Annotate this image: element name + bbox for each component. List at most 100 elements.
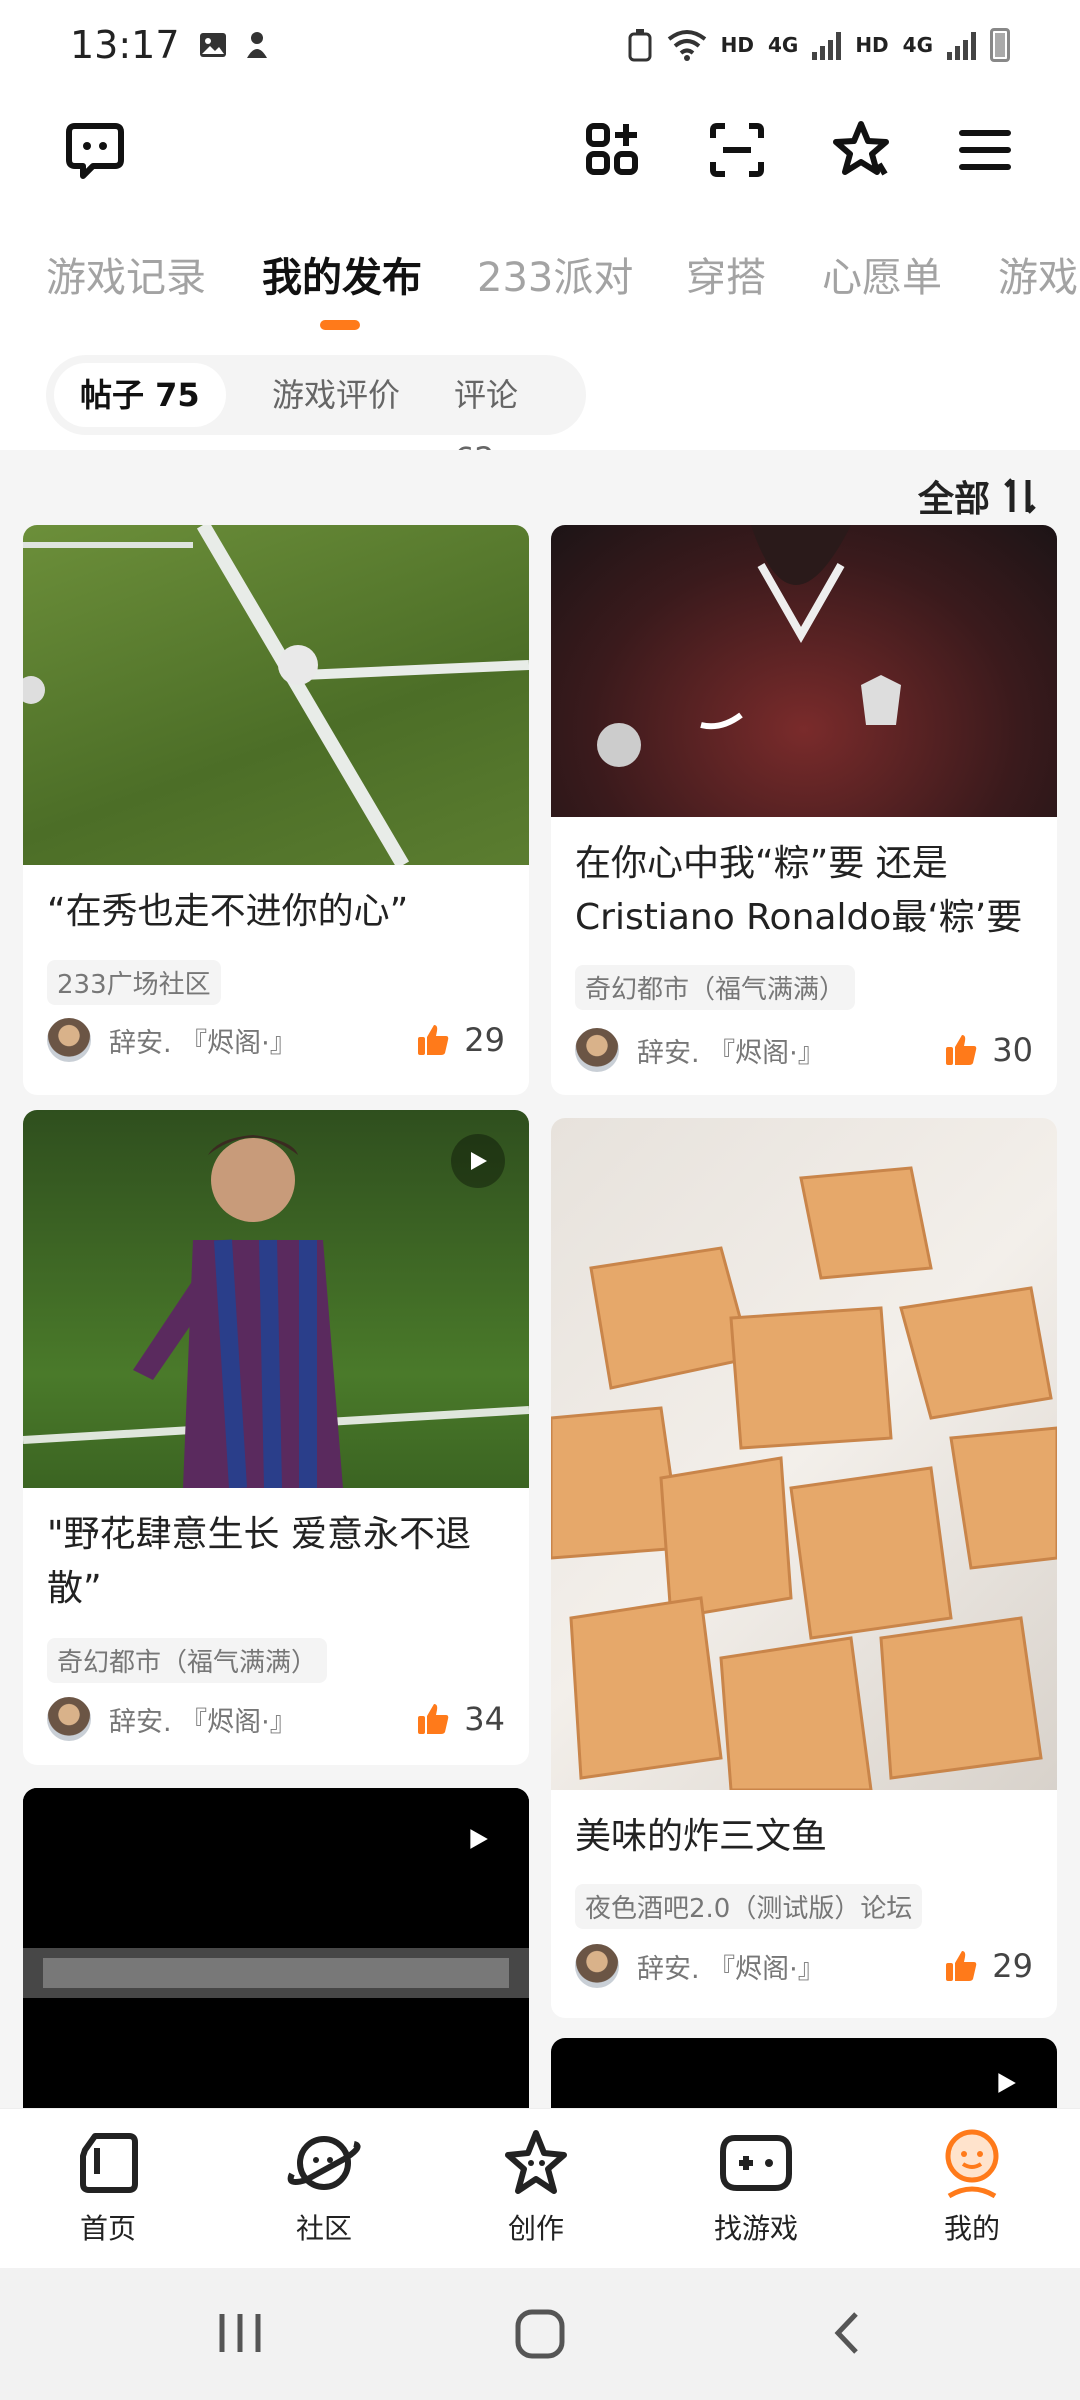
scan-icon[interactable] (697, 110, 777, 190)
wifi-icon (667, 30, 706, 61)
post-author-row: 辞安. 『烬阁·』 29 (575, 1943, 1033, 1989)
like-count: 30 (992, 1031, 1033, 1069)
post-card[interactable]: 美味的炸三文鱼 夜色酒吧2.0（测试版）论坛 辞安. 『烬阁·』 29 (551, 1118, 1057, 2018)
author-name[interactable]: 辞安. 『烬阁·』 (109, 1700, 297, 1739)
tab-233-party[interactable]: 233派对 (477, 245, 633, 303)
system-nav-bar (0, 2268, 1080, 2400)
post-image (23, 525, 529, 865)
subtab-posts[interactable]: 帖子 75 (54, 363, 226, 427)
nav-create[interactable]: 创作 (456, 2123, 616, 2247)
nav-find-games[interactable]: 找游戏 (676, 2123, 836, 2247)
author-name[interactable]: 辞安. 『烬阁·』 (637, 1031, 825, 1070)
nav-community[interactable]: 社区 (244, 2123, 404, 2247)
avatar[interactable] (575, 1028, 619, 1072)
post-image (23, 1788, 529, 2108)
nav-label: 首页 (79, 2212, 136, 2245)
like-count: 34 (464, 1700, 505, 1738)
nav-home[interactable]: 首页 (28, 2123, 188, 2247)
post-type-filter: 帖子 75 游戏评价 评论 62 (46, 355, 586, 478)
post-author-row: 辞安. 『烬阁·』 30 (575, 1027, 1033, 1073)
avatar[interactable] (575, 1944, 619, 1988)
author-name[interactable]: 辞安. 『烬阁·』 (637, 1947, 825, 1986)
thumb-up-icon (946, 1035, 977, 1065)
post-title: 美味的炸三文鱼 (575, 1816, 828, 1857)
app-notification-icon (246, 32, 267, 58)
post-tag[interactable]: 夜色酒吧2.0（测试版）论坛 (575, 1884, 923, 1929)
thumb-up-icon (418, 1025, 449, 1055)
avatar[interactable] (47, 1018, 91, 1062)
post-card[interactable]: "野花肆意生长 爱意永不退散” 奇幻都市（福气满满） 辞安. 『烬阁·』 34 (23, 1110, 529, 1765)
chat-bubble-icon[interactable] (55, 110, 135, 190)
post-tag[interactable]: 233广场社区 (47, 960, 221, 1005)
like-count: 29 (464, 1021, 505, 1059)
signal-icon (812, 30, 842, 60)
planet-icon (287, 2136, 361, 2190)
play-icon[interactable] (451, 1134, 505, 1188)
signal-icon-2 (947, 30, 976, 60)
like-button[interactable]: 30 (944, 1031, 1033, 1069)
bottom-nav: 首页 社区 创作 找游戏 我的 (0, 2108, 1080, 2268)
profile-face-icon (945, 2129, 999, 2199)
post-feed: 全部 “在秀也走不进你的心” 233广场社区 辞安. 『烬阁·』 29 在你心中… (0, 450, 1080, 2108)
create-star-icon (505, 2130, 567, 2194)
status-time: 13:17 (70, 23, 180, 67)
sort-icon (1004, 478, 1036, 514)
menu-icon[interactable] (945, 110, 1025, 190)
status-bar: 13:17 HD 4G HD 4G (0, 0, 1080, 90)
author-name[interactable]: 辞安. 『烬阁·』 (109, 1021, 297, 1060)
nav-label: 创作 (507, 2212, 564, 2245)
post-title: "野花肆意生长 爱意永不退散” (47, 1514, 472, 1609)
tab-my-posts[interactable]: 我的发布 (262, 245, 422, 303)
network-gen-2: 4G (902, 33, 933, 57)
profile-tabs: 游戏记录 我的发布 233派对 穿搭 心愿单 游戏 (0, 235, 1080, 335)
star-badge-icon[interactable] (821, 110, 901, 190)
tab-wishlist[interactable]: 心愿单 (822, 245, 942, 303)
subtab-comments[interactable]: 评论 62 (428, 363, 586, 478)
like-button[interactable]: 29 (416, 1021, 505, 1059)
post-author-row: 辞安. 『烬阁·』 34 (47, 1696, 505, 1742)
sort-label: 全部 (917, 479, 990, 520)
battery-icon (990, 28, 1010, 62)
post-image (23, 1110, 529, 1488)
gamepad-icon (720, 2135, 792, 2191)
play-icon[interactable] (979, 2056, 1033, 2108)
post-card[interactable] (23, 1788, 529, 2108)
play-icon[interactable] (451, 1812, 505, 1866)
like-count: 29 (992, 1947, 1033, 1985)
post-image (551, 525, 1057, 817)
post-title: 在你心中我“粽”要 还是 Cristiano Ronaldo最‘粽’要 (575, 843, 1023, 938)
network-gen-1: 4G (767, 33, 799, 57)
gallery-notification-icon (199, 33, 226, 57)
tab-games[interactable]: 游戏 (998, 245, 1078, 303)
like-button[interactable]: 34 (416, 1700, 505, 1738)
home-icon (80, 2133, 138, 2193)
nav-label: 找游戏 (713, 2212, 798, 2245)
post-tag[interactable]: 奇幻都市（福气满满） (47, 1638, 328, 1683)
nav-mine[interactable]: 我的 (892, 2123, 1052, 2247)
home-button-icon[interactable] (512, 2306, 568, 2366)
add-apps-icon[interactable] (573, 110, 653, 190)
post-image (551, 1118, 1057, 1790)
tab-outfits[interactable]: 穿搭 (686, 245, 766, 303)
post-title: “在秀也走不进你的心” (47, 891, 409, 932)
post-card[interactable]: “在秀也走不进你的心” 233广场社区 辞安. 『烬阁·』 29 (23, 525, 529, 1095)
nav-label: 社区 (295, 2212, 352, 2245)
thumb-up-icon (418, 1704, 449, 1734)
post-author-row: 辞安. 『烬阁·』 29 (47, 1017, 505, 1063)
top-bar (0, 100, 1080, 220)
tab-game-history[interactable]: 游戏记录 (46, 245, 206, 303)
alarm-icon (628, 29, 652, 62)
recent-apps-icon[interactable] (210, 2308, 270, 2362)
post-card[interactable]: 在你心中我“粽”要 还是 Cristiano Ronaldo最‘粽’要 奇幻都市… (551, 525, 1057, 1095)
avatar[interactable] (47, 1697, 91, 1741)
post-card[interactable] (551, 2038, 1057, 2108)
network-label-2: HD (855, 33, 889, 57)
back-icon[interactable] (822, 2308, 872, 2362)
post-tag[interactable]: 奇幻都市（福气满满） (575, 965, 856, 1010)
network-label-1: HD (720, 33, 754, 57)
sort-button[interactable]: 全部 (918, 470, 1040, 522)
thumb-up-icon (946, 1951, 977, 1981)
like-button[interactable]: 29 (944, 1947, 1033, 1985)
nav-label: 我的 (943, 2212, 1000, 2245)
subtab-game-reviews[interactable]: 游戏评价 (246, 363, 426, 427)
